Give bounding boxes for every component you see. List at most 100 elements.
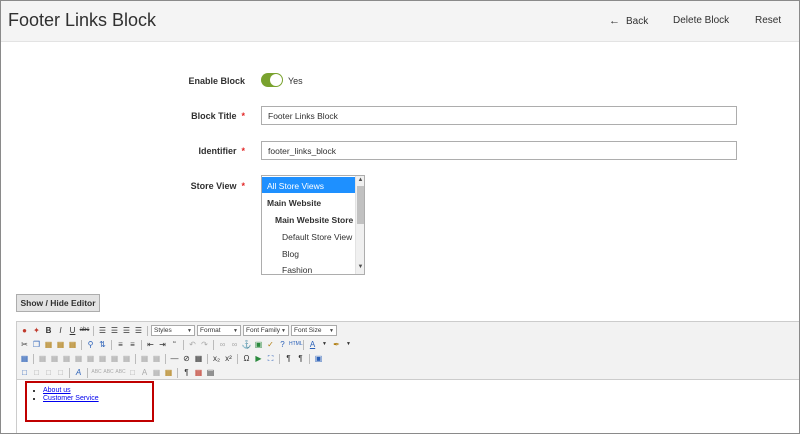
font-family-dropdown[interactable]: Font Family ▼ [243, 325, 289, 336]
cell-props-icon[interactable]: ▦ [49, 353, 60, 364]
col-before-icon[interactable]: ▦ [97, 353, 108, 364]
merge-cells-icon[interactable]: ▦ [151, 353, 162, 364]
store-view-option[interactable]: All Store Views [262, 177, 356, 193]
align-left-icon[interactable]: ☰ [97, 325, 108, 336]
ltr-icon[interactable]: ¶ [283, 353, 294, 364]
toolbar-separator [309, 353, 310, 364]
anchor-icon[interactable]: ⚓ [241, 339, 252, 350]
row-props-icon[interactable]: ▦ [37, 353, 48, 364]
copy-icon[interactable]: ❐ [31, 339, 42, 350]
ins-icon[interactable]: A [139, 367, 150, 378]
reset-button[interactable]: Reset [755, 15, 781, 26]
col-after-icon[interactable]: ▦ [109, 353, 120, 364]
abbr-icon[interactable]: ABC [103, 367, 114, 378]
special-char-icon[interactable]: Ω [241, 353, 252, 364]
store-view-option[interactable]: Main Website Store [262, 210, 356, 227]
outdent-icon[interactable]: ⇤ [145, 339, 156, 350]
html-source-icon[interactable]: HTML [289, 339, 303, 350]
format-dropdown[interactable]: Format ▼ [197, 325, 241, 336]
template-icon[interactable]: ▦ [163, 367, 174, 378]
print-icon[interactable]: ▤ [205, 367, 216, 378]
paste-word-icon[interactable]: ▦ [67, 339, 78, 350]
show-hide-editor-button[interactable]: Show / Hide Editor [16, 294, 100, 312]
del-icon[interactable]: □ [127, 367, 138, 378]
cite-icon[interactable]: ABC [91, 367, 102, 378]
acronym-icon[interactable]: ABC [115, 367, 126, 378]
identifier-input[interactable] [261, 141, 737, 160]
remove-format-icon[interactable]: ⊘ [181, 353, 192, 364]
align-center-icon[interactable]: ☰ [109, 325, 120, 336]
enable-block-value: Yes [288, 76, 303, 86]
store-view-option[interactable]: Main Website [262, 193, 356, 210]
replace-icon[interactable]: ⇅ [97, 339, 108, 350]
multiselect-scrollbar[interactable]: ▲ ▼ [355, 176, 364, 274]
media-icon[interactable]: ▶ [253, 353, 264, 364]
delete-col-icon[interactable]: ▦ [121, 353, 132, 364]
row-after-icon[interactable]: ▦ [73, 353, 84, 364]
italic-icon[interactable]: I [55, 325, 66, 336]
cut-icon[interactable]: ✂ [19, 339, 30, 350]
move-forward-icon[interactable]: □ [31, 367, 42, 378]
strikethrough-icon[interactable]: abc [79, 325, 90, 336]
delete-row-icon[interactable]: ▦ [85, 353, 96, 364]
indent-icon[interactable]: ⇥ [157, 339, 168, 350]
back-button[interactable]: ← Back [609, 15, 648, 27]
scrollbar-thumb[interactable] [357, 186, 364, 224]
split-cells-icon[interactable]: ▦ [139, 353, 150, 364]
superscript-icon[interactable]: x² [223, 353, 234, 364]
image-icon[interactable]: ▣ [253, 339, 264, 350]
styles-dropdown[interactable]: Styles ▼ [151, 325, 195, 336]
redo-icon[interactable]: ↷ [199, 339, 210, 350]
store-view-option[interactable]: Blog [262, 244, 356, 261]
preview-icon[interactable]: ▣ [313, 353, 324, 364]
chevron-down-icon[interactable]: ▼ [319, 339, 330, 350]
enable-block-toggle[interactable] [261, 73, 283, 87]
scroll-down-icon[interactable]: ▼ [356, 264, 364, 270]
align-justify-icon[interactable]: ☰ [133, 325, 144, 336]
store-view-multiselect[interactable]: All Store Views Main Website Main Websit… [261, 175, 365, 275]
bullet-list-icon[interactable]: ≡ [115, 339, 126, 350]
paste-text-icon[interactable]: ▦ [55, 339, 66, 350]
toolbar-separator [141, 339, 142, 350]
absolute-icon[interactable]: □ [55, 367, 66, 378]
help-icon[interactable]: ? [277, 339, 288, 350]
background-color-icon[interactable]: ✒ [331, 339, 342, 350]
show-blocks-icon[interactable]: ¶ [181, 367, 192, 378]
find-icon[interactable]: ⚲ [85, 339, 96, 350]
block-title-input[interactable] [261, 106, 737, 125]
store-view-option[interactable]: Fashion [262, 261, 356, 274]
unlink-icon[interactable]: ∞ [229, 339, 240, 350]
font-size-dropdown[interactable]: Font Size ▼ [291, 325, 337, 336]
delete-block-button[interactable]: Delete Block [673, 15, 729, 26]
style-props-icon[interactable]: A [73, 367, 84, 378]
visual-aid-icon[interactable]: ▦ [193, 353, 204, 364]
row-before-icon[interactable]: ▦ [61, 353, 72, 364]
paste-icon[interactable]: ▦ [43, 339, 54, 350]
scroll-up-icon[interactable]: ▲ [356, 177, 364, 183]
block-title-label: Block Title * [125, 111, 245, 121]
subscript-icon[interactable]: x₂ [211, 353, 222, 364]
bold-icon[interactable]: B [43, 325, 54, 336]
magento-widget-icon[interactable]: ● [19, 325, 30, 336]
store-view-option[interactable]: Default Store View [262, 227, 356, 244]
cleanup-icon[interactable]: ✓ [265, 339, 276, 350]
insert-layer-icon[interactable]: □ [19, 367, 30, 378]
fullscreen-icon[interactable]: ⛶ [265, 353, 276, 364]
attribs-icon[interactable]: ▦ [151, 367, 162, 378]
horizontal-rule-icon[interactable]: — [169, 353, 180, 364]
chevron-down-icon[interactable]: ▼ [343, 339, 354, 350]
align-right-icon[interactable]: ☰ [121, 325, 132, 336]
table-icon[interactable]: ▦ [19, 353, 30, 364]
underline-icon[interactable]: U [67, 325, 78, 336]
blockquote-icon[interactable]: “ [169, 339, 180, 350]
rtl-icon[interactable]: ¶ [295, 353, 306, 364]
undo-icon[interactable]: ↶ [187, 339, 198, 350]
toolbar-separator [81, 339, 82, 350]
enable-block-label: Enable Block [125, 76, 245, 86]
move-backward-icon[interactable]: □ [43, 367, 54, 378]
insert-variable-icon[interactable]: ✦ [31, 325, 42, 336]
numbered-list-icon[interactable]: ≡ [127, 339, 138, 350]
link-icon[interactable]: ∞ [217, 339, 228, 350]
text-color-icon[interactable]: A [307, 339, 318, 350]
page-break-icon[interactable]: ▦ [193, 367, 204, 378]
